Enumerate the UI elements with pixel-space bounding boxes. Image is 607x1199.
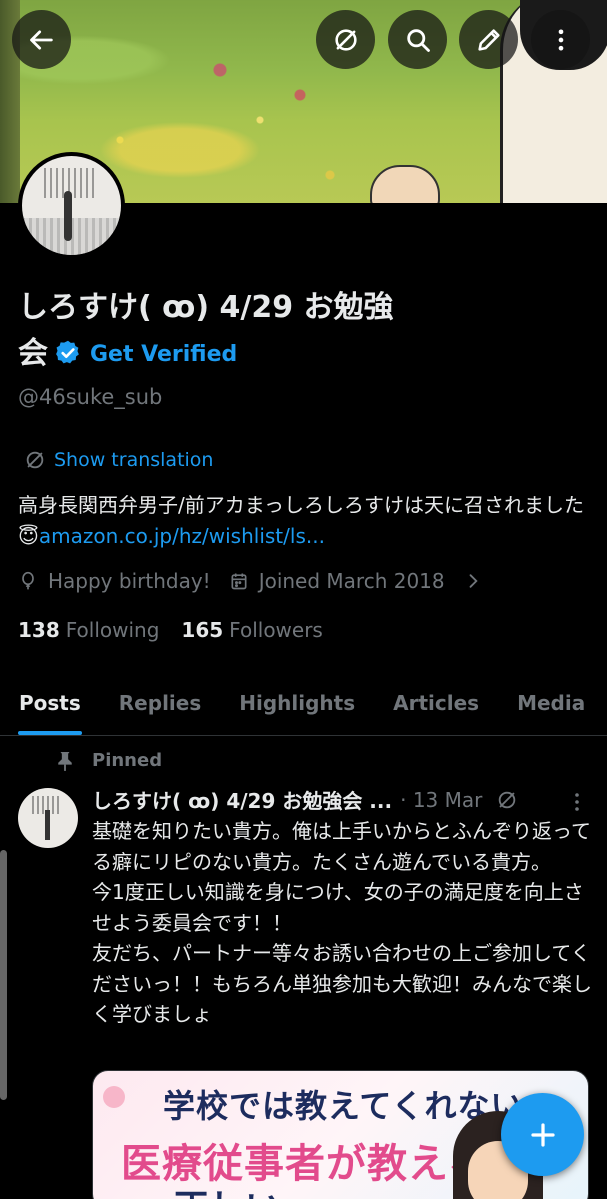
pinned-label: Pinned <box>92 750 163 771</box>
post-header: しろすけ( ꝏ) 4/29 お勉強会 ... · 13 Mar <box>92 785 592 814</box>
followers-label: Followers <box>229 618 323 642</box>
show-translation-button[interactable]: Show translation <box>24 449 213 471</box>
back-button[interactable] <box>12 10 71 69</box>
search-button[interactable] <box>388 10 447 69</box>
tab-media[interactable]: Media <box>498 672 604 735</box>
profile-handle: @46suke_sub <box>18 385 163 409</box>
profile-name-line2-row: 会 Get Verified <box>18 331 458 378</box>
media-line3: 正しい <box>173 1179 281 1199</box>
profile-bio: 高身長関西弁男子/前アカまっしろしろすけは天に召されました😇amazon.co.… <box>18 490 588 552</box>
scrollbar[interactable] <box>0 850 7 1100</box>
translate-icon <box>26 451 44 469</box>
post-more-icon[interactable] <box>568 790 586 814</box>
pinned-indicator: Pinned <box>56 750 162 771</box>
balloon-icon <box>22 571 34 590</box>
tab-posts[interactable]: Posts <box>0 672 100 735</box>
profile-name: しろすけ( ꝏ) 4/29 お勉強 会 Get Verified <box>18 285 458 378</box>
profile-name-line1: しろすけ( ꝏ) 4/29 お勉強 <box>18 290 394 325</box>
profile-meta: Happy birthday! Joined March 2018 <box>18 569 493 593</box>
tab-highlights[interactable]: Highlights <box>220 672 374 735</box>
profile-tabs: Posts Replies Highlights Articles Media <box>0 672 607 736</box>
followers-count: 165 <box>181 618 224 642</box>
edit-button[interactable] <box>459 10 518 69</box>
media-decoration <box>103 1086 125 1108</box>
banner-character-hand <box>370 165 440 203</box>
more-options-button[interactable] <box>531 10 590 69</box>
bio-link[interactable]: amazon.co.jp/hz/wishlist/ls... <box>39 524 325 548</box>
pin-icon <box>58 751 72 771</box>
following-count: 138 <box>18 618 60 642</box>
translate-icon[interactable] <box>496 789 518 811</box>
post-author-name[interactable]: しろすけ( ꝏ) 4/29 お勉強会 ... <box>92 785 392 814</box>
joined-item: Joined March 2018 <box>229 569 445 593</box>
calendar-icon <box>231 573 247 590</box>
profile-avatar[interactable] <box>18 152 125 259</box>
avatar-person <box>64 191 72 241</box>
post-author-avatar[interactable] <box>18 788 78 848</box>
following-label: Following <box>65 618 160 642</box>
joined-label: Joined March 2018 <box>258 569 445 593</box>
verified-badge-icon <box>56 340 79 364</box>
followers-link[interactable]: 165 Followers <box>181 618 322 642</box>
translate-icon <box>334 28 357 51</box>
profile-name-line2: 会 <box>18 336 48 371</box>
arrow-left-icon <box>29 29 53 50</box>
plus-icon <box>530 1122 555 1147</box>
tab-articles[interactable]: Articles <box>374 672 498 735</box>
chevron-right-icon[interactable] <box>463 571 483 591</box>
birthday-label: Happy birthday! <box>48 569 211 593</box>
tab-replies[interactable]: Replies <box>100 672 220 735</box>
post-date[interactable]: · 13 Mar <box>400 788 482 812</box>
post-text: 基礎を知りたい貴方。俺は上手いからとふんぞり返ってる癖にリピのない貴方。たくさん… <box>92 819 592 1026</box>
more-vertical-icon <box>558 29 563 50</box>
pencil-icon <box>477 28 500 51</box>
search-icon <box>406 28 430 52</box>
following-link[interactable]: 138 Following <box>18 618 159 642</box>
birthday-item: Happy birthday! <box>18 569 211 593</box>
compose-post-button[interactable] <box>501 1093 584 1176</box>
post-avatar-person <box>45 810 50 840</box>
translate-button[interactable] <box>316 10 375 69</box>
profile-stats: 138 Following 165 Followers <box>18 618 323 642</box>
get-verified-link[interactable]: Get Verified <box>90 342 237 367</box>
avatar-image <box>22 156 121 255</box>
show-translation-label: Show translation <box>54 449 214 471</box>
